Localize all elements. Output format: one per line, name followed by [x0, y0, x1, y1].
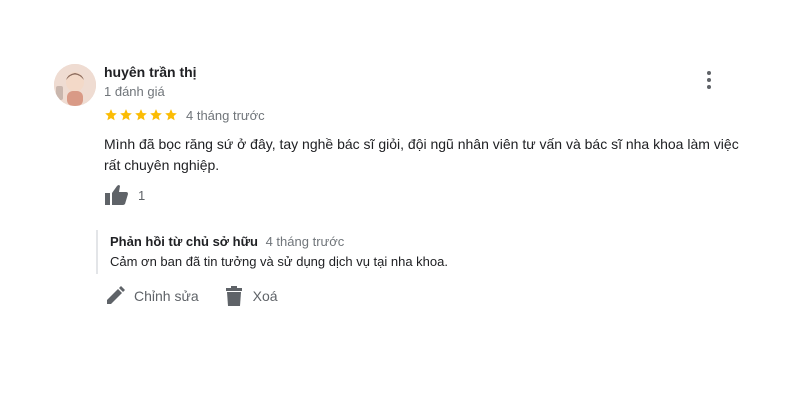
reply-actions: Chỉnh sửa Xoá	[104, 284, 278, 308]
owner-reply: Phản hồi từ chủ sở hữu 4 tháng trước Cảm…	[96, 230, 448, 274]
star-icon	[165, 109, 177, 121]
pencil-icon	[107, 286, 125, 304]
author-avatar[interactable]	[54, 64, 96, 106]
star-rating	[104, 108, 178, 122]
review-text: Mình đã bọc răng sứ ở đây, tay nghề bác …	[104, 136, 739, 173]
author-name[interactable]: huyên trần thị	[104, 64, 197, 80]
like-button[interactable]: 1	[104, 184, 145, 206]
like-count: 1	[138, 187, 146, 203]
thumb-up-icon	[105, 185, 128, 205]
delete-button[interactable]: Xoá	[223, 285, 278, 307]
more-options-button[interactable]	[700, 68, 718, 92]
star-icon	[105, 109, 117, 121]
trash-icon	[225, 286, 242, 306]
star-icon	[120, 109, 132, 121]
star-icon	[135, 109, 147, 121]
owner-reply-time: 4 tháng trước	[265, 234, 345, 249]
edit-button-label: Chỉnh sửa	[134, 288, 199, 304]
review-time: 4 tháng trước	[186, 107, 265, 123]
rating-row: 4 tháng trước	[104, 106, 265, 124]
star-icon	[150, 109, 162, 121]
author-review-count: 1 đánh giá	[104, 84, 165, 99]
review-card: huyên trần thị 1 đánh giá 4 tháng trước …	[0, 0, 800, 400]
owner-reply-text: Cảm ơn ban đã tin tưởng và sử dụng dịch …	[110, 254, 448, 269]
avatar-photo-icon	[54, 64, 96, 106]
more-vert-icon	[707, 71, 711, 75]
owner-reply-label: Phản hồi từ chủ sở hữu	[110, 234, 258, 249]
delete-button-label: Xoá	[252, 288, 278, 304]
edit-button[interactable]: Chỉnh sửa	[104, 285, 199, 307]
